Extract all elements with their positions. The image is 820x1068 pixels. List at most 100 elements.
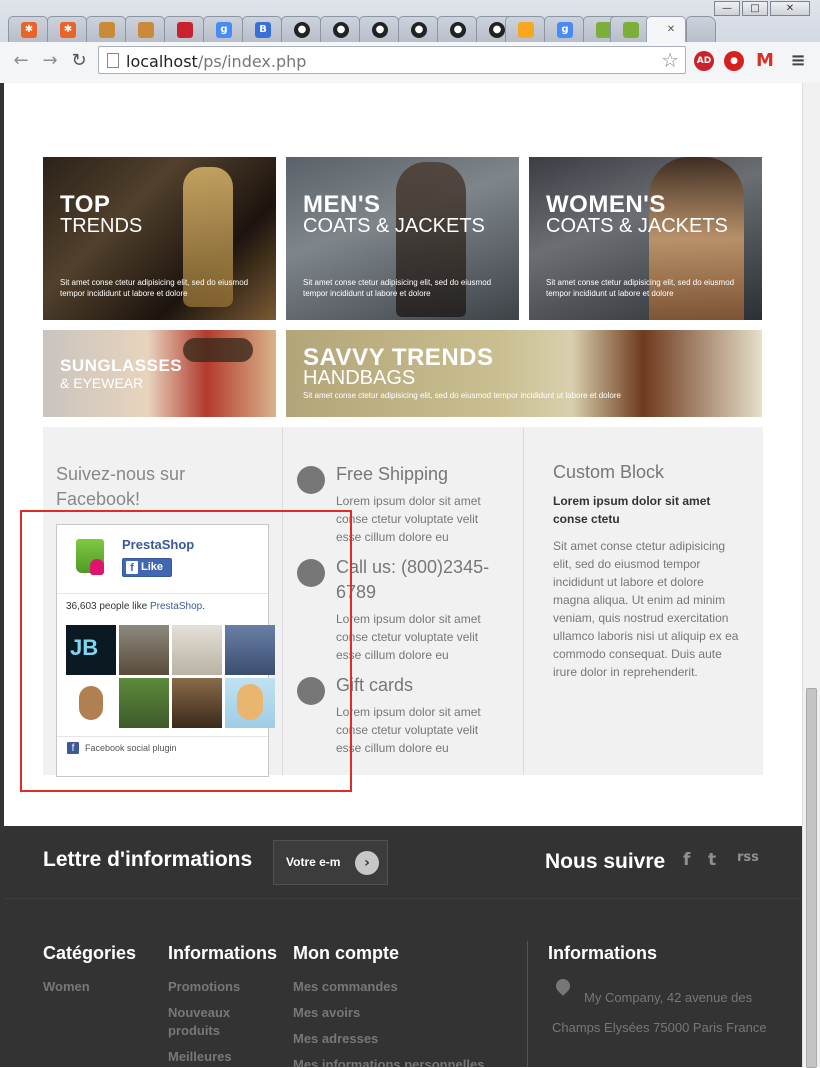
browser-toolbar: ← → ↻ localhost/ps/index.php ☆ AD ● M ≡ [0,42,820,83]
service-text: Lorem ipsum dolor sit amet conse ctetur … [336,705,481,755]
footer-link[interactable]: Mes adresses [293,1030,378,1048]
footer-categories-title: Catégories [43,943,137,963]
tab[interactable]: ● [320,16,360,42]
truck-icon [297,466,325,494]
menu-icon[interactable]: ≡ [788,51,808,71]
banner-mens-coats[interactable]: MEN'S COATS & JACKETS Sit amet conse cte… [286,157,519,320]
service-text: Lorem ipsum dolor sit amet conse ctetur … [336,612,481,662]
tab[interactable]: g [203,16,243,42]
tab[interactable]: ● [359,16,399,42]
newsletter-bar: Lettre d'informations Votre e-m › Nous s… [4,826,802,898]
folder-icon [138,22,154,38]
banner-desc: Sit amet conse ctetur adipisicing elit, … [303,391,621,400]
scrollbar[interactable] [802,83,820,1068]
custom-block-text: Sit amet conse ctetur adipisicing elit, … [553,539,739,679]
tab[interactable]: ✱ [8,16,48,42]
blogger-icon: B [255,22,271,38]
twitter-icon[interactable]: t [708,850,716,870]
rss-icon[interactable]: rss [737,850,759,865]
page-icon [107,53,119,68]
follow-title: Nous suivre [545,850,666,873]
ghost-icon: ● [294,22,310,38]
bookmark-star-icon[interactable]: ☆ [661,48,679,72]
banner-desc: Sit amet conse ctetur adipisicing elit, … [60,278,249,298]
ghost-icon: ● [411,22,427,38]
custom-block-subtitle: Lorem ipsum dolor sit amet conse ctetu [553,494,711,526]
tab[interactable] [610,16,650,42]
maximize-button[interactable]: □ [742,1,768,16]
ghost-icon: ● [489,22,505,38]
address-bar[interactable]: localhost/ps/index.php ☆ [98,46,686,74]
forward-arrow-icon[interactable]: → [39,50,61,72]
tab[interactable]: ✱ [47,16,87,42]
tab[interactable]: B [242,16,282,42]
footer-informations-title: Informations [168,943,278,963]
banner-desc: Sit amet conse ctetur adipisicing elit, … [546,278,735,298]
newsletter-title: Lettre d'informations [43,848,253,871]
url-host: localhost [126,52,198,71]
banner-sunglasses[interactable]: SUNGLASSES & EYEWEAR [43,330,276,417]
back-arrow-icon[interactable]: ← [10,50,32,72]
banner-subtitle: COATS & JACKETS [546,215,728,237]
facebook-icon[interactable]: f [683,850,690,870]
gmail-icon[interactable]: M [755,51,775,71]
footer-divider [527,941,528,1067]
joomla-icon: ✱ [21,22,37,38]
stop-icon[interactable]: ● [724,51,744,71]
footer-link[interactable]: Women [43,978,90,996]
android-icon [623,22,639,38]
column-divider [523,427,524,775]
service-title: Free Shipping [336,464,449,484]
close-button[interactable]: ✕ [770,1,810,16]
footer: Catégories Women Informations Promotions… [4,898,802,1067]
adblock-icon[interactable]: AD [694,51,714,71]
banner-desc: Sit amet conse ctetur adipisicing elit, … [303,278,492,298]
tab[interactable] [505,16,545,42]
url-path: /ps/index.php [197,52,307,71]
new-tab-button[interactable] [686,16,716,42]
newsletter-email-input[interactable]: Votre e-m › [273,840,388,885]
store-address: My Company, 42 avenue des Champs Elysées… [552,990,767,1035]
banner-womens-coats[interactable]: WOMEN'S COATS & JACKETS Sit amet conse c… [529,157,762,320]
newsletter-input-value: Votre e-m [286,855,341,869]
banner-subtitle: TRENDS [60,215,143,237]
ghost-icon: ● [450,22,466,38]
footer-account-title: Mon compte [293,943,399,963]
close-tab-icon[interactable]: ✕ [663,22,679,38]
url-text[interactable]: localhost/ps/index.php [126,52,306,71]
reload-icon[interactable]: ↻ [68,50,90,72]
service-title: Call us: (800)2345-6789 [336,557,490,602]
scrollbar-thumb[interactable] [806,688,817,1068]
tab[interactable] [86,16,126,42]
page-content: TOP TRENDS Sit amet conse ctetur adipisi… [0,83,802,1067]
tab[interactable]: ● [437,16,477,42]
footer-link[interactable]: Mes avoirs [293,1004,360,1022]
folder-icon [99,22,115,38]
tab[interactable]: g [544,16,584,42]
minimize-button[interactable]: — [714,1,740,16]
footer-link[interactable]: Promotions [168,978,240,996]
ghost-icon: ● [372,22,388,38]
tab[interactable]: ● [281,16,321,42]
app-icon [177,22,193,38]
footer-link[interactable]: Mes commandes [293,978,398,996]
footer-link[interactable]: Mes informations personnelles [293,1056,484,1067]
banner-savvy-handbags[interactable]: SAVVY TRENDS HANDBAGS Sit amet conse cte… [286,330,762,417]
tab[interactable] [164,16,204,42]
footer-link[interactable]: Nouveaux produits [168,1004,248,1040]
service-text: Lorem ipsum dolor sit amet conse ctetur … [336,494,481,544]
window-controls: — □ ✕ [714,1,810,16]
newsletter-submit-button[interactable]: › [355,851,379,875]
highlight-box [20,510,352,792]
pma-icon [518,22,534,38]
footer-store-title: Informations [548,943,658,963]
tab-active[interactable]: ✕ [646,16,686,42]
tab[interactable]: ● [398,16,438,42]
banner-top-trends[interactable]: TOP TRENDS Sit amet conse ctetur adipisi… [43,157,276,320]
banner-title: SUNGLASSES [60,356,183,375]
joomla-icon: ✱ [60,22,76,38]
footer-link[interactable]: Meilleures [168,1048,232,1066]
facebook-block-title: Suivez-nous sur Facebook! [56,464,186,509]
tab[interactable] [125,16,165,42]
banner-subtitle: & EYEWEAR [60,375,144,391]
